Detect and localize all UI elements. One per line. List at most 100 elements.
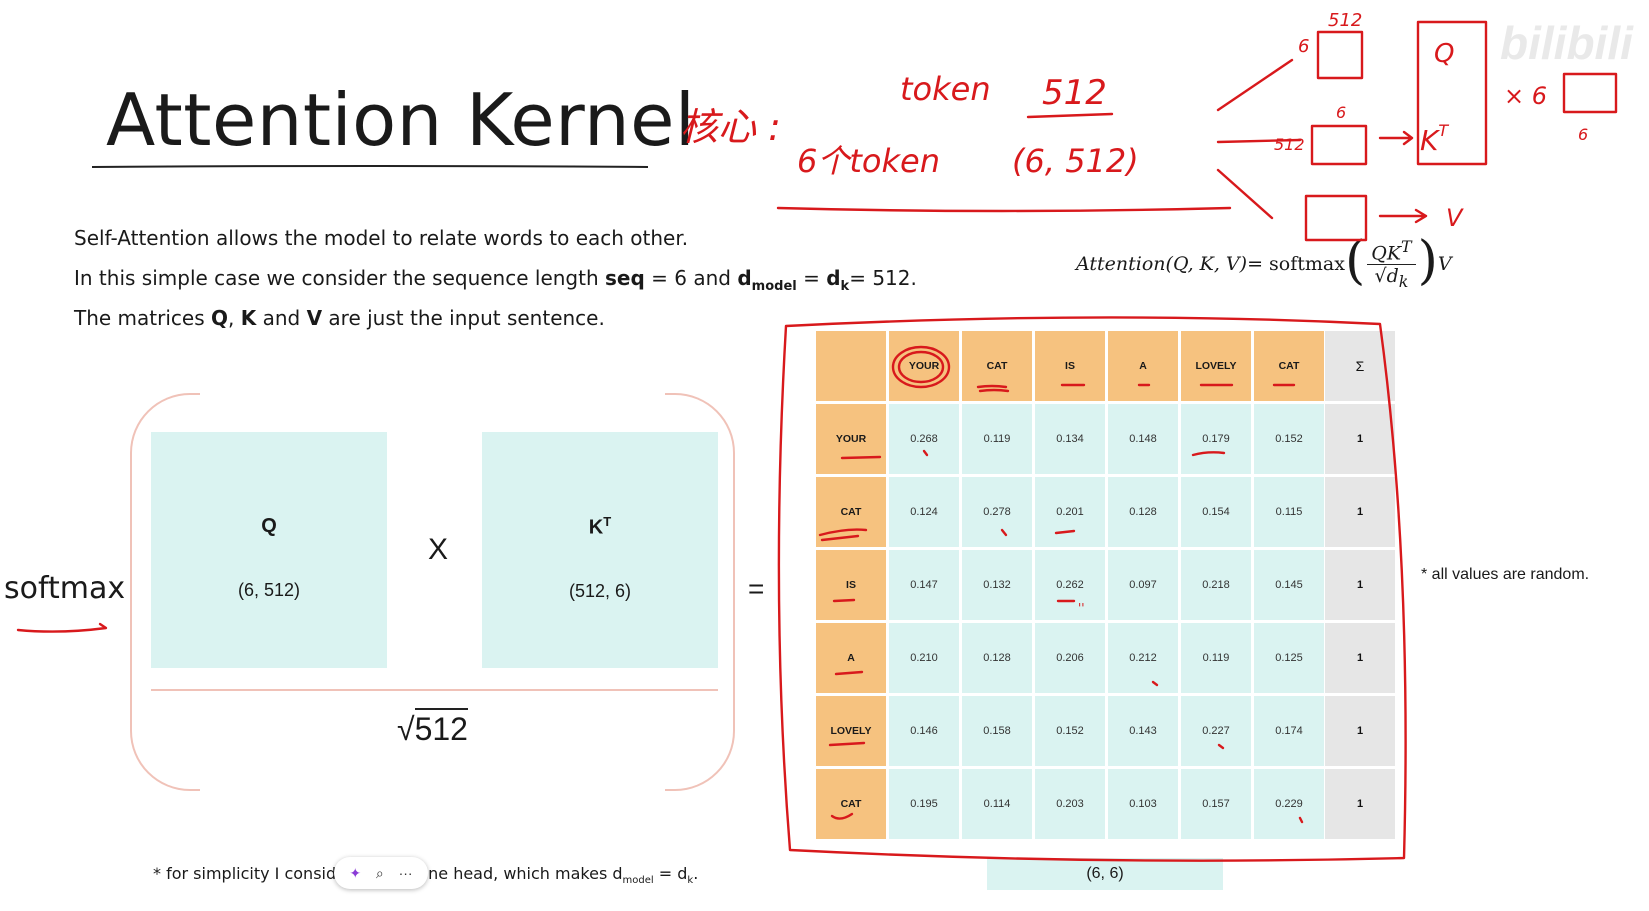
row-sum: 1 <box>1325 404 1395 474</box>
selection-popup[interactable]: ✦ ⌕ ··· <box>334 857 428 889</box>
matrix-q-name: Q <box>261 515 277 537</box>
q-box <box>1316 30 1364 80</box>
table-cell: 0.125 <box>1254 623 1324 693</box>
handwriting-mid-6: 6 <box>1336 103 1346 122</box>
more-icon[interactable]: ··· <box>399 865 413 881</box>
row-header: A <box>816 623 886 693</box>
table-cell: 0.132 <box>962 550 1032 620</box>
equals-sign: = <box>748 573 765 604</box>
underline-softmax <box>16 622 108 633</box>
row-sum: 1 <box>1325 477 1395 547</box>
table-cell: 0.179 <box>1181 404 1251 474</box>
table-cell: 0.195 <box>889 769 959 839</box>
column-header: LOVELY <box>1181 331 1251 401</box>
softmax-label: softmax <box>4 571 126 606</box>
column-header: A <box>1108 331 1178 401</box>
table-cell: 0.103 <box>1108 769 1178 839</box>
multiply-sign: X <box>428 533 449 566</box>
row-header: CAT <box>816 769 886 839</box>
table-cell: 0.147 <box>889 550 959 620</box>
column-header: YOUR <box>889 331 959 401</box>
row-header: LOVELY <box>816 696 886 766</box>
table-cell: 0.268 <box>889 404 959 474</box>
handwriting-v: V <box>1446 204 1464 232</box>
table-cell: 0.210 <box>889 623 959 693</box>
table-cell: 0.157 <box>1181 769 1251 839</box>
title-underline <box>92 165 648 168</box>
underline-shape <box>776 206 1232 213</box>
handwriting-mid-512: 512 <box>1274 135 1305 154</box>
table-cell: 0.119 <box>1181 623 1251 693</box>
table-cell: 0.218 <box>1181 550 1251 620</box>
table-cell: 0.201 <box>1035 477 1105 547</box>
result-shape: (6, 6) <box>987 858 1223 890</box>
handwriting-top-6: 6 <box>1298 36 1309 57</box>
row-sum: 1 <box>1325 623 1395 693</box>
table-cell: 0.152 <box>1254 404 1324 474</box>
matrix-kt-name: KT <box>588 513 612 539</box>
handwriting-shape: (6, 512) <box>1012 142 1139 180</box>
qkt-box <box>1416 20 1488 166</box>
table-cell: 0.158 <box>962 696 1032 766</box>
row-sum: 1 <box>1325 550 1395 620</box>
handwriting-small-6: 6 <box>1578 125 1588 144</box>
sparkle-icon[interactable]: ✦ <box>349 865 361 882</box>
table-cell: 0.128 <box>1108 477 1178 547</box>
row-sum: 1 <box>1325 769 1395 839</box>
table-cell: 0.146 <box>889 696 959 766</box>
table-cell: 0.114 <box>962 769 1032 839</box>
matrix-q: Q (6, 512) <box>151 432 387 668</box>
row-header: IS <box>816 550 886 620</box>
table-cell: 0.119 <box>962 404 1032 474</box>
description-line-1: Self-Attention allows the model to relat… <box>74 226 689 250</box>
handwriting-q: Q <box>1434 39 1454 69</box>
sum-header: Σ <box>1325 331 1395 401</box>
fraction-bar <box>151 689 718 691</box>
underline-512 <box>1026 112 1114 119</box>
handwriting-kt: KT <box>1420 121 1449 157</box>
row-header: YOUR <box>816 404 886 474</box>
arrow-to-v <box>1216 168 1274 220</box>
table-cell: 0.128 <box>962 623 1032 693</box>
description-line-3: The matrices Q, K and V are just the inp… <box>74 306 605 330</box>
row-sum: 1 <box>1325 696 1395 766</box>
table-cell: 0.145 <box>1254 550 1324 620</box>
table-cell: 0.152 <box>1035 696 1105 766</box>
watermark-logo: bilibili <box>1500 17 1633 69</box>
row-header: CAT <box>816 477 886 547</box>
arrow-k-to-kt <box>1378 130 1414 146</box>
description-line-2: In this simple case we consider the sequ… <box>74 266 917 294</box>
handwriting-top-512: 512 <box>1328 10 1362 31</box>
table-cell: 0.148 <box>1108 404 1178 474</box>
table-cell: 0.124 <box>889 477 959 547</box>
matrix-kt: KT (512, 6) <box>482 432 718 668</box>
table-cell: 0.174 <box>1254 696 1324 766</box>
handwriting-times-6: × 6 <box>1504 82 1547 110</box>
table-cell: 0.115 <box>1254 477 1324 547</box>
column-header: CAT <box>962 331 1032 401</box>
search-icon[interactable]: ⌕ <box>376 865 384 882</box>
k-box <box>1310 124 1368 166</box>
table-cell: 0.229 <box>1254 769 1324 839</box>
handwriting-512: 512 <box>1042 73 1107 113</box>
sqrt-denominator: √512 <box>397 708 468 747</box>
table-corner <box>816 331 886 401</box>
table-cell: 0.203 <box>1035 769 1105 839</box>
table-cell: 0.097 <box>1108 550 1178 620</box>
v-result-box <box>1562 72 1618 114</box>
table-cell: 0.206 <box>1035 623 1105 693</box>
arrow-to-v-label <box>1378 208 1428 224</box>
attention-formula: Attention(Q, K, V) = softmax ( QKT √dk ) … <box>1076 231 1452 292</box>
column-header: IS <box>1035 331 1105 401</box>
table-cell: 0.262 <box>1035 550 1105 620</box>
table-cell: 0.134 <box>1035 404 1105 474</box>
handwriting-token: token <box>900 70 991 108</box>
table-cell: 0.278 <box>962 477 1032 547</box>
random-values-note: * all values are random. <box>1421 566 1590 583</box>
matrix-q-shape: (6, 512) <box>237 580 301 600</box>
table-cell: 0.154 <box>1181 477 1251 547</box>
arrow-to-q <box>1216 58 1294 112</box>
table-cell: 0.212 <box>1108 623 1178 693</box>
table-cell: 0.227 <box>1181 696 1251 766</box>
handwriting-six-tokens: 6个token <box>797 142 940 180</box>
